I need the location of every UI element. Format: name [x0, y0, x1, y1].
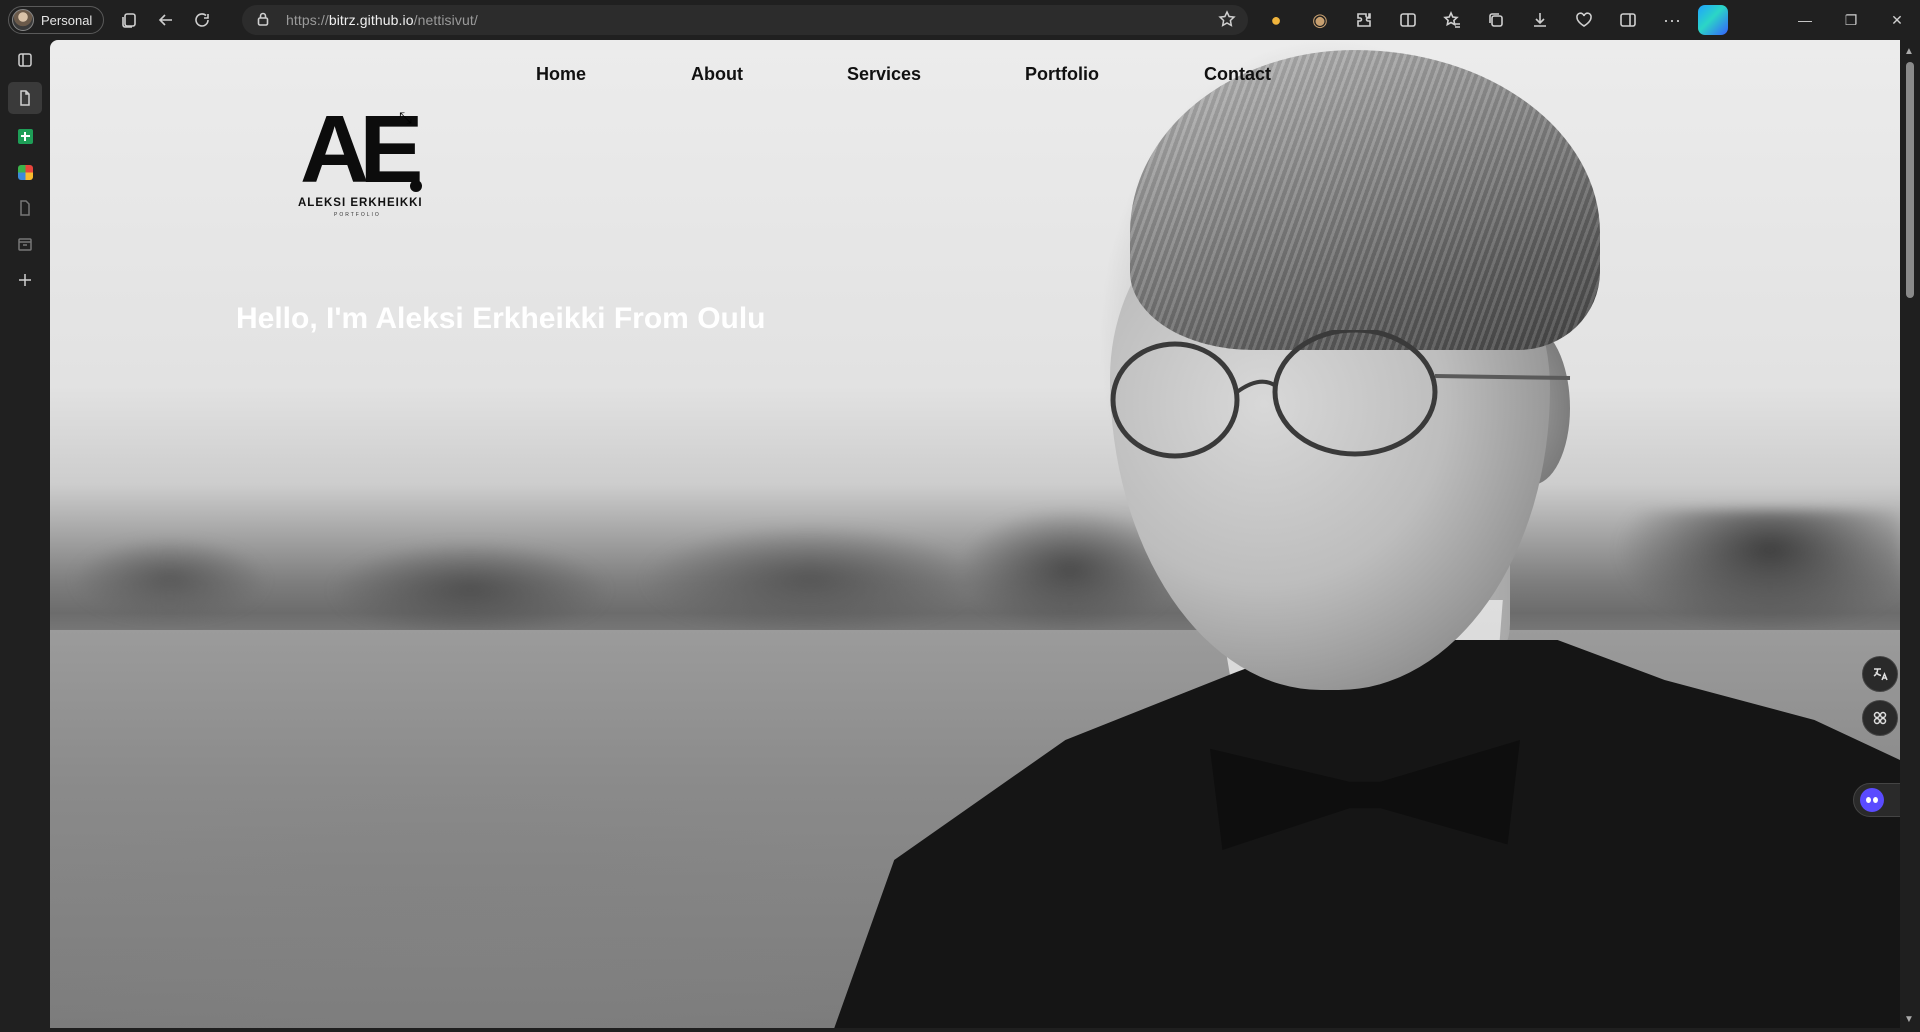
browser-sidebar — [0, 40, 50, 1032]
performance-icon[interactable] — [1566, 4, 1602, 36]
logo-dot — [410, 180, 422, 192]
scroll-down-icon[interactable]: ▼ — [1904, 1014, 1914, 1025]
sheets-icon[interactable] — [8, 122, 42, 150]
favorite-star-icon[interactable] — [1218, 9, 1236, 31]
assistant-bot-icon — [1860, 788, 1884, 812]
portrait-hair — [1130, 50, 1600, 350]
toolbar-right: ● ◉ ··· — [1258, 4, 1728, 36]
nav-contact[interactable]: Contact — [1204, 64, 1271, 85]
portrait-suit — [830, 640, 1900, 1028]
apps-icon[interactable] — [8, 158, 42, 186]
address-bar[interactable]: https://bitrz.github.io/nettisivut/ — [242, 5, 1248, 35]
extension-bulb-icon[interactable]: ● — [1258, 4, 1294, 36]
window-controls: — ❐ ✕ — [1782, 0, 1920, 40]
hero-portrait — [830, 40, 1900, 1028]
back-arrow-icon[interactable] — [148, 4, 184, 36]
profile-button[interactable]: Personal — [8, 6, 105, 34]
extensions-icon[interactable] — [1346, 4, 1382, 36]
sidebar-toggle-icon[interactable] — [1610, 4, 1646, 36]
url-host: bitrz.github.io — [328, 12, 414, 28]
refresh-icon[interactable] — [184, 4, 220, 36]
add-icon[interactable] — [8, 266, 42, 294]
page-viewport: Home About Services Portfolio Contact AE… — [50, 40, 1900, 1028]
extension-face-icon[interactable]: ◉ — [1302, 4, 1338, 36]
lock-icon[interactable] — [256, 12, 270, 29]
resize-cursor-icon: ⤡ — [399, 110, 412, 127]
browser-titlebar: Personal https://bitrz.github.io/nettisi… — [0, 0, 1920, 40]
logo-mark: AE — [300, 96, 423, 203]
document-icon[interactable] — [8, 194, 42, 222]
scroll-up-icon[interactable]: ▲ — [1904, 46, 1914, 57]
downloads-icon[interactable] — [1522, 4, 1558, 36]
site-nav: Home About Services Portfolio Contact — [50, 64, 1900, 94]
archive-icon[interactable] — [8, 230, 42, 258]
avatar — [12, 9, 34, 31]
scroll-thumb[interactable] — [1906, 62, 1914, 298]
page-scrollbar[interactable]: ▲ ▼ — [1900, 40, 1920, 1032]
vertical-tabs-icon[interactable] — [8, 46, 42, 74]
url-path: /nettisivut/ — [413, 12, 478, 28]
copilot-icon[interactable] — [1698, 5, 1728, 35]
more-icon[interactable]: ··· — [1654, 4, 1690, 36]
translate-icon[interactable] — [1862, 656, 1898, 692]
favorites-icon[interactable] — [1434, 4, 1470, 36]
hero-title: Hello, I'm Aleksi Erkheikki From Oulu — [236, 302, 766, 335]
nav-home[interactable]: Home — [536, 64, 586, 85]
tab-actions-icon[interactable] — [112, 4, 148, 36]
nav-about[interactable]: About — [691, 64, 743, 85]
restore-icon[interactable]: ❐ — [1828, 0, 1874, 40]
minimize-icon[interactable]: — — [1782, 0, 1828, 40]
nav-services[interactable]: Services — [847, 64, 921, 85]
split-screen-icon[interactable] — [1390, 4, 1426, 36]
nav-portfolio[interactable]: Portfolio — [1025, 64, 1099, 85]
portrait-glasses — [1090, 327, 1710, 470]
collections-icon[interactable] — [1478, 4, 1514, 36]
close-icon[interactable]: ✕ — [1874, 0, 1920, 40]
url-text[interactable]: https://bitrz.github.io/nettisivut/ — [286, 12, 478, 28]
logo-subtitle: PORTFOLIO — [334, 212, 381, 218]
url-scheme: https:// — [286, 12, 329, 28]
logo-name: ALEKSI ERKHEIKKI — [298, 197, 423, 209]
page-icon[interactable] — [8, 82, 42, 114]
profile-label: Personal — [41, 12, 93, 28]
apps-grid-icon[interactable] — [1862, 700, 1898, 736]
assistant-bot-button[interactable] — [1853, 783, 1900, 817]
